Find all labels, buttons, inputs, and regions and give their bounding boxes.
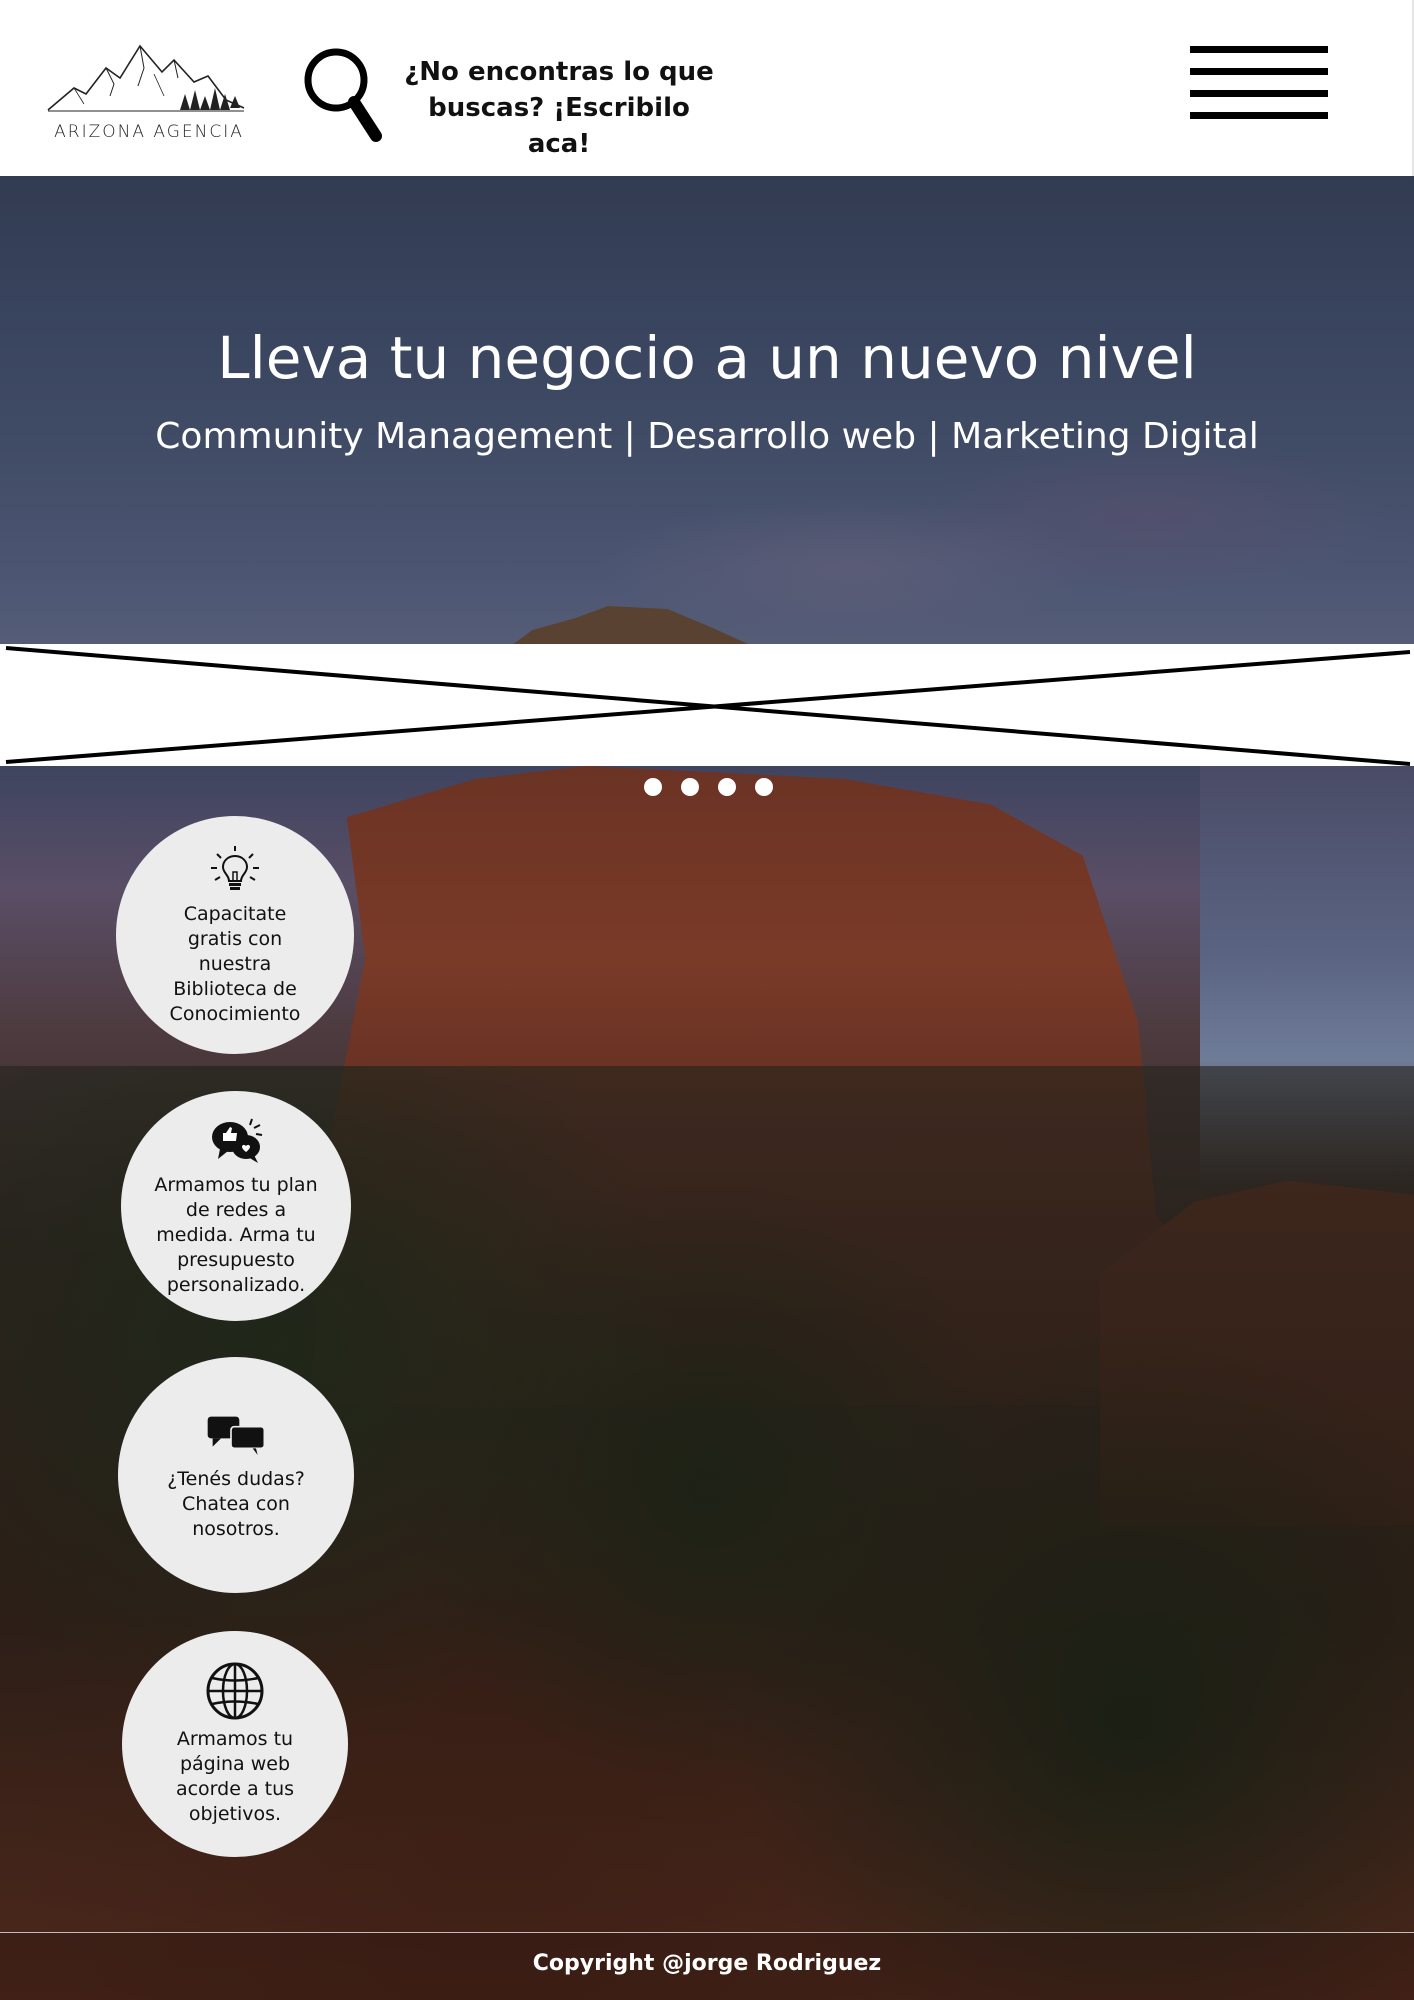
service-text: Armamos tu plan de redes a medida. Arma … (154, 1173, 318, 1296)
copyright-text: Copyright @jorge Rodriguez (532, 1951, 882, 1976)
service-text: Armamos tu página web acorde a tus objet… (175, 1728, 295, 1825)
search-icon[interactable] (302, 46, 384, 144)
chat-bubbles-icon (207, 1416, 266, 1455)
brand-name: ARIZONA AGENCIA (54, 122, 244, 142)
carousel-dot-3[interactable] (718, 778, 736, 796)
hero-title: Lleva tu negocio a un nuevo nivel (217, 324, 1197, 392)
mountains-logo-icon (47, 44, 245, 112)
site-footer: Copyright @jorge Rodriguez (0, 1932, 1414, 2000)
service-web-page[interactable]: Armamos tu página web acorde a tus objet… (122, 1631, 348, 1857)
carousel-dots[interactable] (644, 778, 773, 796)
carousel-dot-4[interactable] (755, 778, 773, 796)
image-placeholder (0, 644, 1414, 766)
hero-subtitle: Community Management | Desarrollo web | … (155, 416, 1259, 457)
service-social-plan[interactable]: Armamos tu plan de redes a medida. Arma … (121, 1091, 351, 1321)
carousel-dot-1[interactable] (644, 778, 662, 796)
brand-logo[interactable]: ARIZONA AGENCIA (44, 38, 254, 148)
lightbulb-icon (211, 845, 259, 890)
search-prompt[interactable]: ¿No encontras lo que buscas? ¡Escribilo … (394, 54, 724, 162)
hamburger-menu-icon[interactable] (1190, 44, 1328, 124)
service-knowledge-library[interactable]: Capacitate gratis con nuestra Biblioteca… (116, 816, 354, 1054)
service-text: ¿Tenés dudas? Chatea con nosotros. (167, 1467, 305, 1540)
carousel-dot-2[interactable] (681, 778, 699, 796)
site-header: ARIZONA AGENCIA ¿No encontras lo que bus… (0, 0, 1414, 176)
service-text: Capacitate gratis con nuestra Biblioteca… (169, 902, 301, 1025)
service-chat[interactable]: ¿Tenés dudas? Chatea con nosotros. (118, 1357, 354, 1593)
social-likes-icon (212, 1118, 263, 1163)
hero-banner: Lleva tu negocio a un nuevo nivel Commun… (0, 176, 1414, 644)
globe-icon (206, 1662, 264, 1720)
